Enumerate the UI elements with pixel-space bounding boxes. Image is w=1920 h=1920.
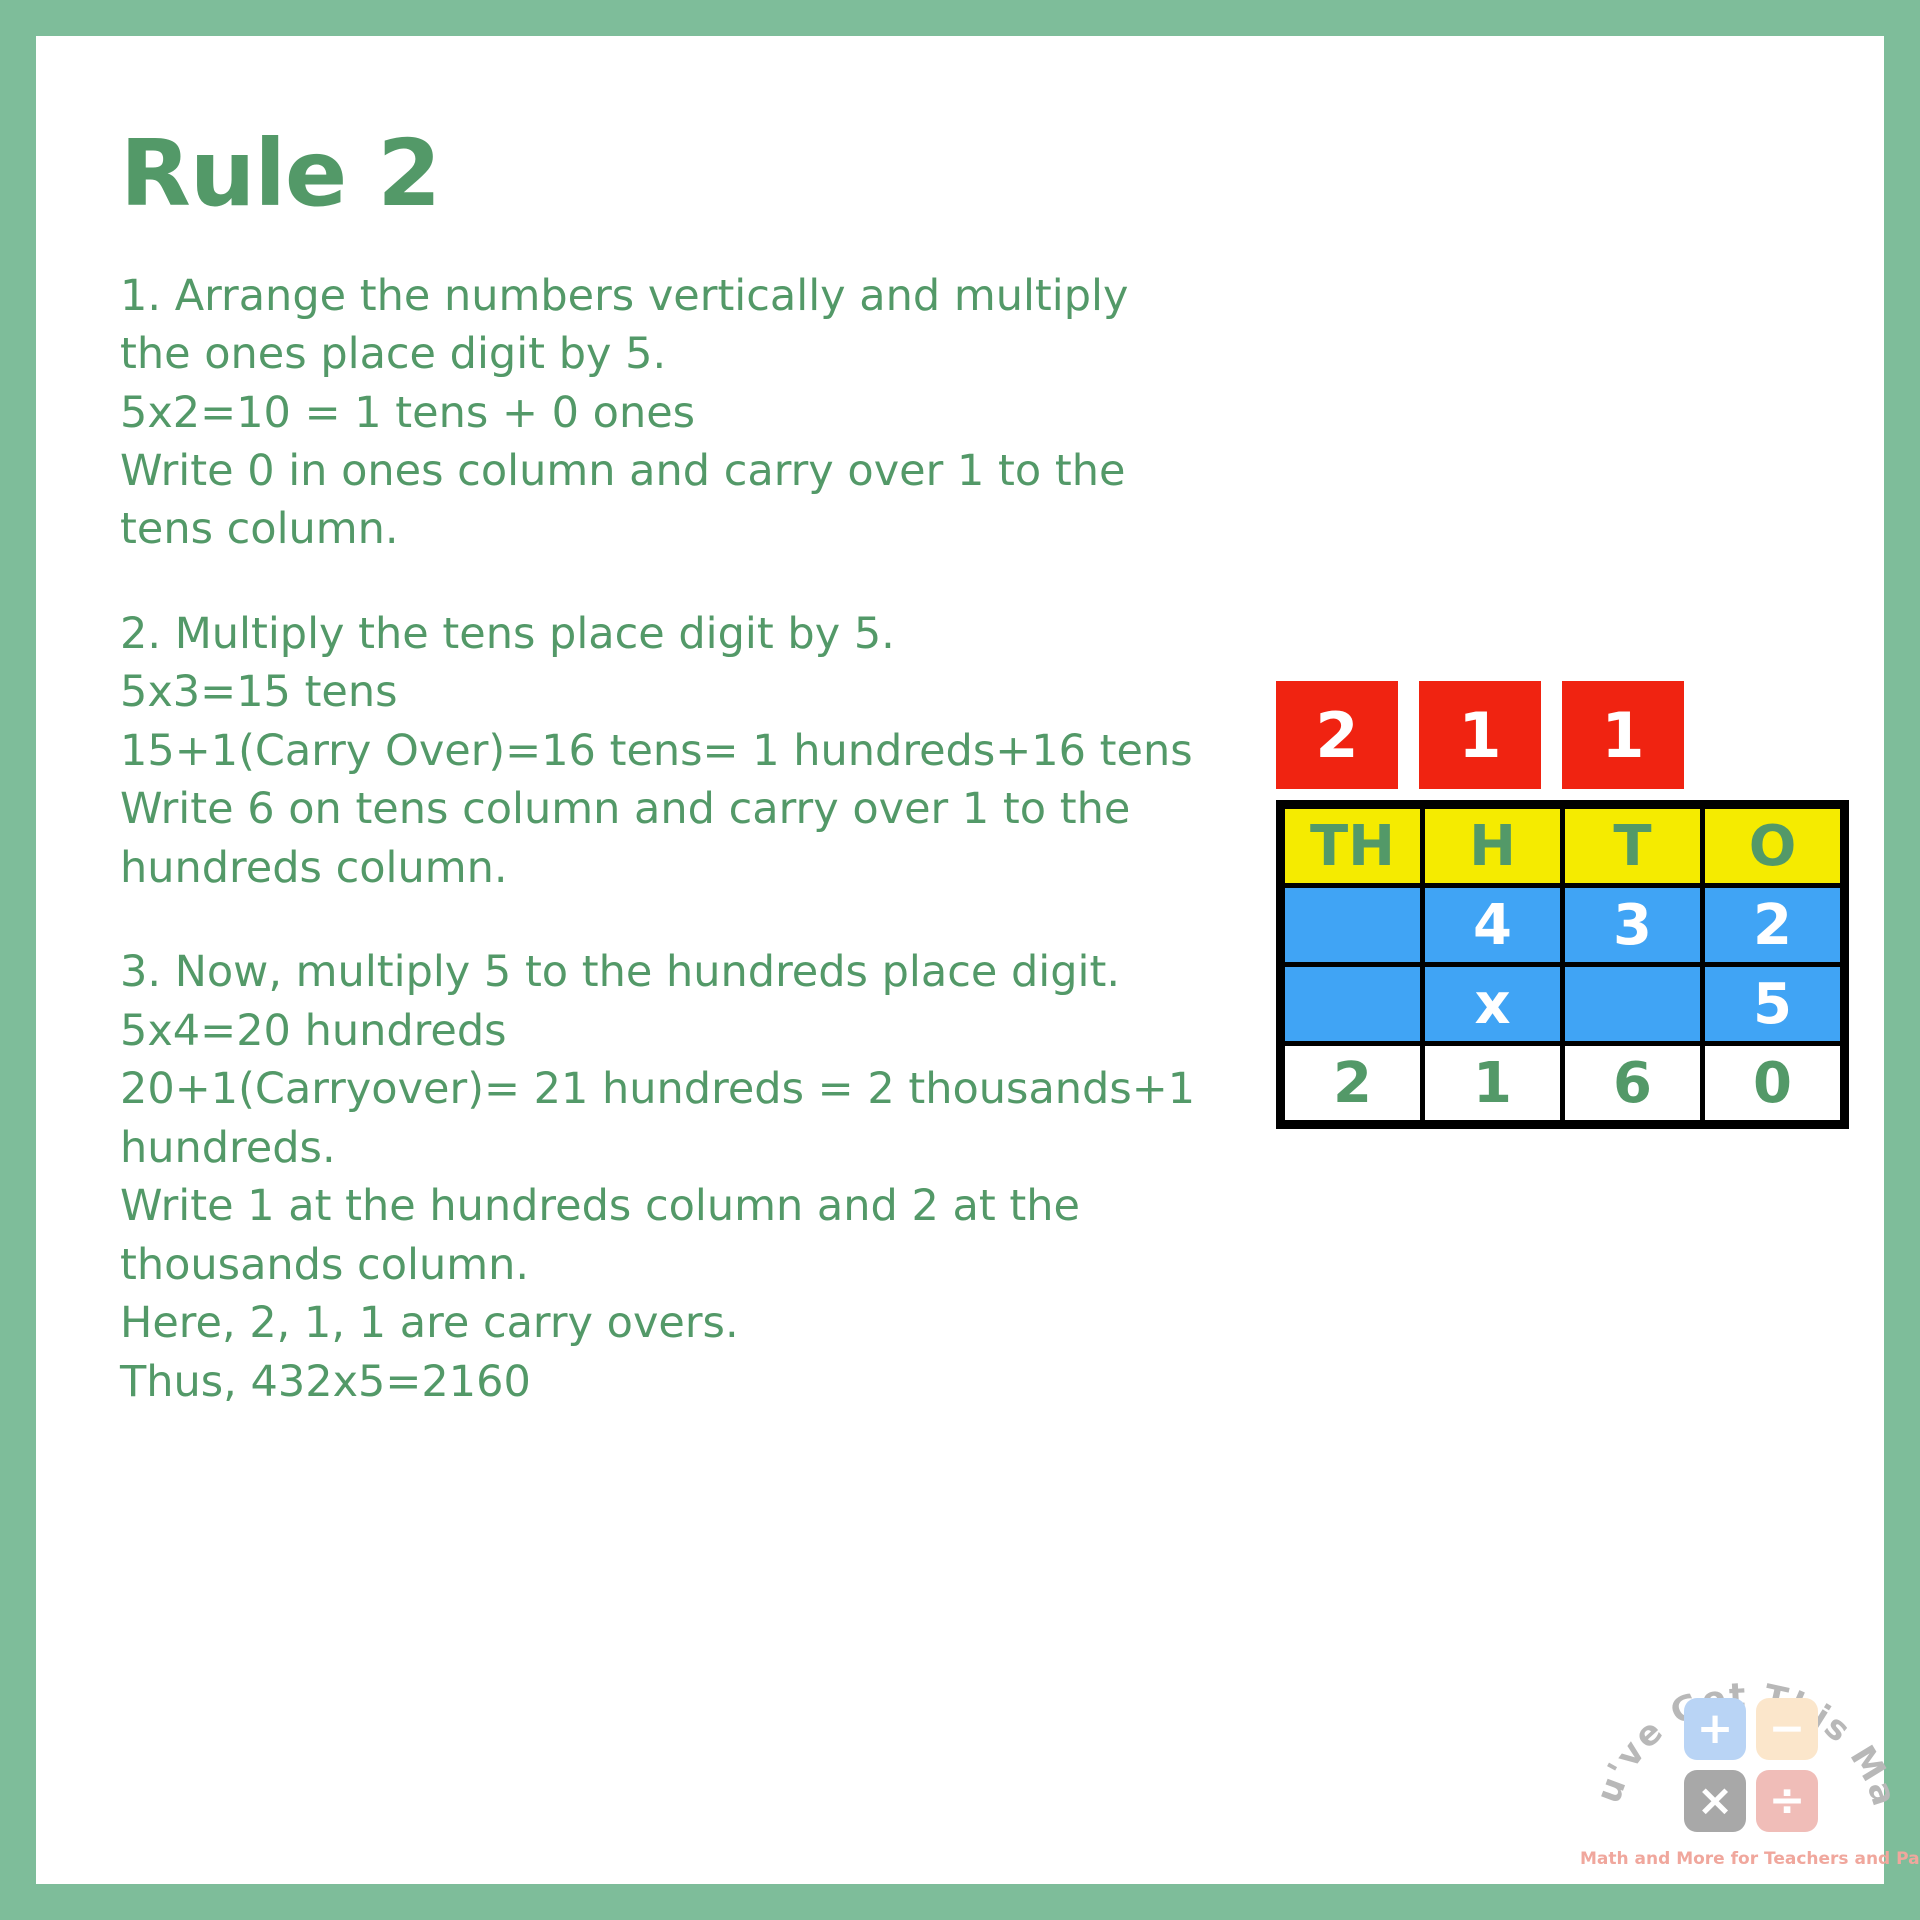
step-2-line-3: 15+1(Carry Over)=16 tens= 1 hundreds+16 … xyxy=(120,725,1193,776)
step-1-block: 1. Arrange the numbers vertically and mu… xyxy=(120,267,1220,559)
worksheet-page: Rule 2 1. Arrange the numbers vertically… xyxy=(0,0,1920,1920)
step-3-line-8: Thus, 432x5=2160 xyxy=(120,1356,531,1407)
header-cell-t: T xyxy=(1560,802,1705,888)
step-3-line-2: 5x4=20 hundreds xyxy=(120,1005,507,1056)
logo-tagline: Math and More for Teachers and Parents xyxy=(1580,1849,1920,1869)
step-1-line-5: tens column. xyxy=(120,504,399,555)
step-1-line-1: 1. Arrange the numbers vertically and mu… xyxy=(120,270,1129,321)
carry-over-cell-t: 1 xyxy=(1562,681,1684,789)
table-row-answer: 2 1 6 0 xyxy=(1278,1041,1847,1127)
answer-cell-t: 6 xyxy=(1560,1041,1705,1127)
step-3-line-6: thousands column. xyxy=(120,1239,530,1290)
minus-icon: − xyxy=(1756,1698,1818,1760)
multiplicand-cell-h: 4 xyxy=(1420,883,1565,967)
step-3-line-1: 3. Now, multiply 5 to the hundreds place… xyxy=(120,947,1121,998)
header-cell-th: TH xyxy=(1278,802,1425,888)
step-2-block: 2. Multiply the tens place digit by 5. 5… xyxy=(120,605,1220,897)
multiplier-cell-t xyxy=(1560,962,1705,1046)
multiplicand-cell-o: 2 xyxy=(1700,883,1847,967)
multiplicand-cell-t: 3 xyxy=(1560,883,1705,967)
step-2-line-1: 2. Multiply the tens place digit by 5. xyxy=(120,608,895,659)
table-row-headers: TH H T O xyxy=(1278,802,1847,888)
step-1-line-3: 5x2=10 = 1 tens + 0 ones xyxy=(120,387,696,438)
plus-icon: + xyxy=(1684,1698,1746,1760)
instructions-column: Rule 2 1. Arrange the numbers vertically… xyxy=(120,120,1240,1411)
place-value-chart: 2 1 1 TH H T O 4 3 2 x 5 2 1 6 0 xyxy=(1276,681,1849,1129)
carry-over-cell-h: 1 xyxy=(1419,681,1541,789)
table-row-multiplicand: 4 3 2 xyxy=(1278,883,1847,967)
carry-over-row: 2 1 1 xyxy=(1276,681,1836,789)
step-2-line-5: hundreds column. xyxy=(120,842,508,893)
page-title: Rule 2 xyxy=(120,120,441,227)
place-value-table: TH H T O 4 3 2 x 5 2 1 6 0 xyxy=(1276,800,1849,1129)
brand-logo: You've Got This Math + − × ÷ Math and Mo… xyxy=(1580,1611,1920,1901)
step-2-line-4: Write 6 on tens column and carry over 1 … xyxy=(120,784,1131,835)
step-3-line-4: hundreds. xyxy=(120,1122,336,1173)
divide-icon: ÷ xyxy=(1756,1770,1818,1832)
multiplier-cell-th xyxy=(1278,962,1425,1046)
worksheet-sheet: Rule 2 1. Arrange the numbers vertically… xyxy=(36,36,1920,1884)
step-3-line-3: 20+1(Carryover)= 21 hundreds = 2 thousan… xyxy=(120,1064,1196,1115)
step-3-line-7: Here, 2, 1, 1 are carry overs. xyxy=(120,1298,739,1349)
logo-operator-tiles: + − × ÷ xyxy=(1684,1698,1818,1832)
step-1-line-2: the ones place digit by 5. xyxy=(120,329,667,380)
multiply-sign-cell: x xyxy=(1420,962,1565,1046)
step-1-line-4: Write 0 in ones column and carry over 1 … xyxy=(120,446,1126,496)
multiplier-cell-o: 5 xyxy=(1700,962,1847,1046)
step-3-block: 3. Now, multiply 5 to the hundreds place… xyxy=(120,943,1220,1411)
multiply-icon: × xyxy=(1684,1770,1746,1832)
step-3-line-5: Write 1 at the hundreds column and 2 at … xyxy=(120,1181,1080,1232)
answer-cell-o: 0 xyxy=(1700,1041,1847,1127)
carry-over-cell-th: 2 xyxy=(1276,681,1398,789)
multiplicand-cell-th xyxy=(1278,883,1425,967)
answer-cell-th: 2 xyxy=(1278,1041,1425,1127)
table-row-multiplier: x 5 xyxy=(1278,962,1847,1046)
step-2-line-2: 5x3=15 tens xyxy=(120,667,398,718)
header-cell-h: H xyxy=(1420,802,1565,888)
answer-cell-h: 1 xyxy=(1420,1041,1565,1127)
header-cell-o: O xyxy=(1700,802,1847,888)
